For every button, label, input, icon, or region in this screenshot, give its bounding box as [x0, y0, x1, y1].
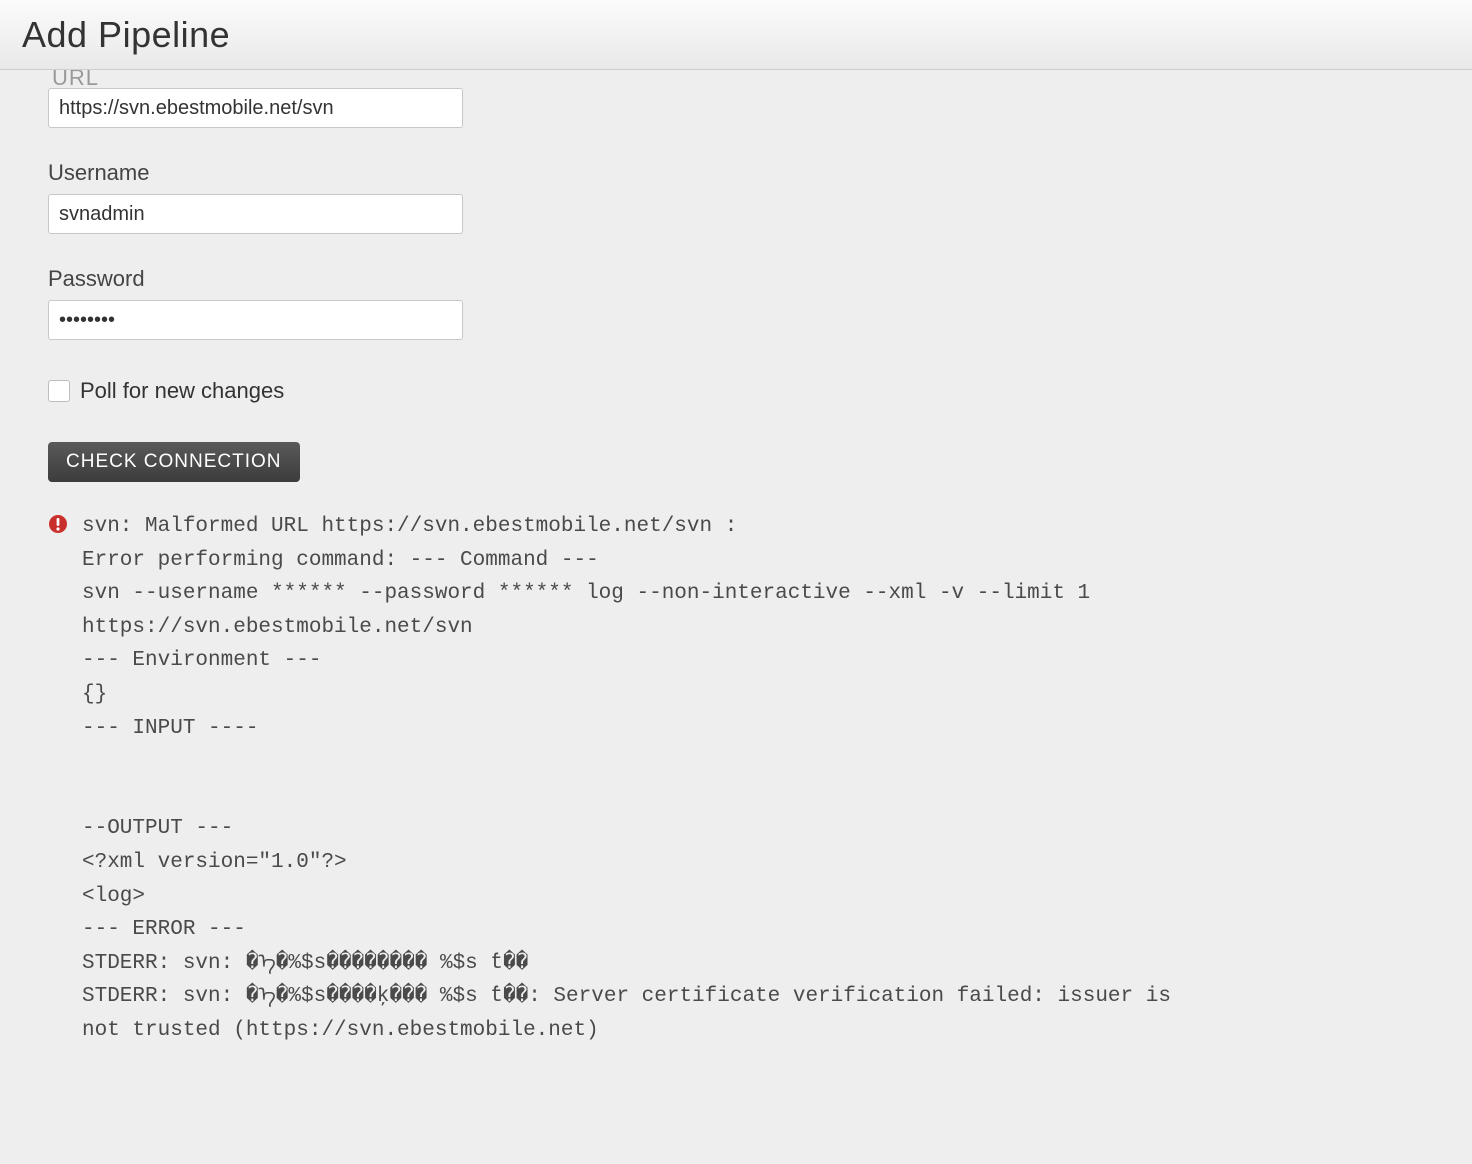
password-input[interactable] [48, 300, 463, 340]
poll-checkbox-row[interactable]: Poll for new changes [48, 378, 1424, 404]
error-block: svn: Malformed URL https://svn.ebestmobi… [48, 510, 1424, 1048]
page-title: Add Pipeline [22, 14, 230, 56]
username-label: Username [48, 160, 1424, 186]
error-icon [48, 514, 68, 534]
page-header: Add Pipeline [0, 0, 1472, 70]
url-field-group [48, 88, 1424, 128]
poll-checkbox[interactable] [48, 380, 70, 402]
error-text: svn: Malformed URL https://svn.ebestmobi… [82, 510, 1171, 1048]
username-input[interactable] [48, 194, 463, 234]
url-input[interactable] [48, 88, 463, 128]
poll-checkbox-label: Poll for new changes [80, 378, 284, 404]
password-label: Password [48, 266, 1424, 292]
form-content: URL Username Password Poll for new chang… [0, 70, 1472, 1164]
check-connection-button[interactable]: CHECK CONNECTION [48, 442, 300, 482]
